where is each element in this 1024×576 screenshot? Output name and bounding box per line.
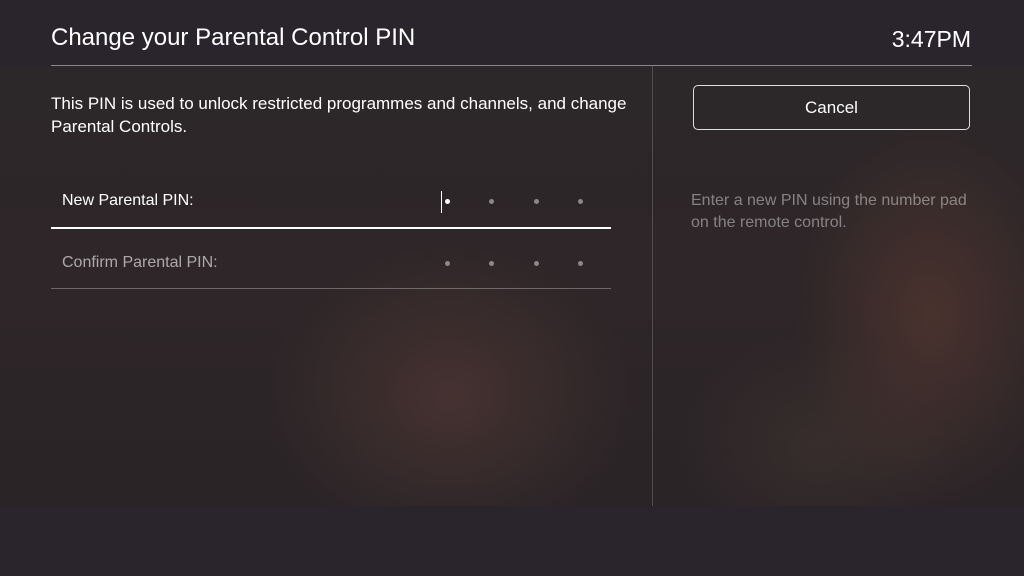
header-divider [51, 65, 972, 66]
pin-digit-slot [578, 199, 583, 204]
help-text: Enter a new PIN using the number pad on … [691, 192, 967, 231]
bottom-band [0, 506, 1024, 576]
pin-digit-slot [445, 199, 450, 204]
new-pin-digits [441, 191, 591, 213]
pin-digit-slot [534, 199, 539, 204]
confirm-pin-label: Confirm Parental PIN: [62, 254, 218, 271]
pin-digit-slot [578, 261, 583, 266]
page-title: Change your Parental Control PIN [51, 24, 416, 51]
confirm-pin-digits [441, 255, 591, 271]
pin-digit-slot [489, 261, 494, 266]
pin-description: This PIN is used to unlock restricted pr… [51, 94, 627, 136]
pin-digit-slot [445, 261, 450, 266]
confirm-pin-field[interactable]: Confirm Parental PIN: [51, 237, 611, 289]
new-pin-field[interactable]: New Parental PIN: [51, 175, 611, 229]
text-cursor [441, 191, 442, 213]
clock: 3:47PM [891, 26, 971, 52]
cancel-button[interactable]: Cancel [693, 85, 970, 130]
pin-digit-slot [534, 261, 539, 266]
new-pin-label: New Parental PIN: [62, 192, 194, 209]
pin-digit-slot [489, 199, 494, 204]
panel-divider [652, 66, 653, 506]
